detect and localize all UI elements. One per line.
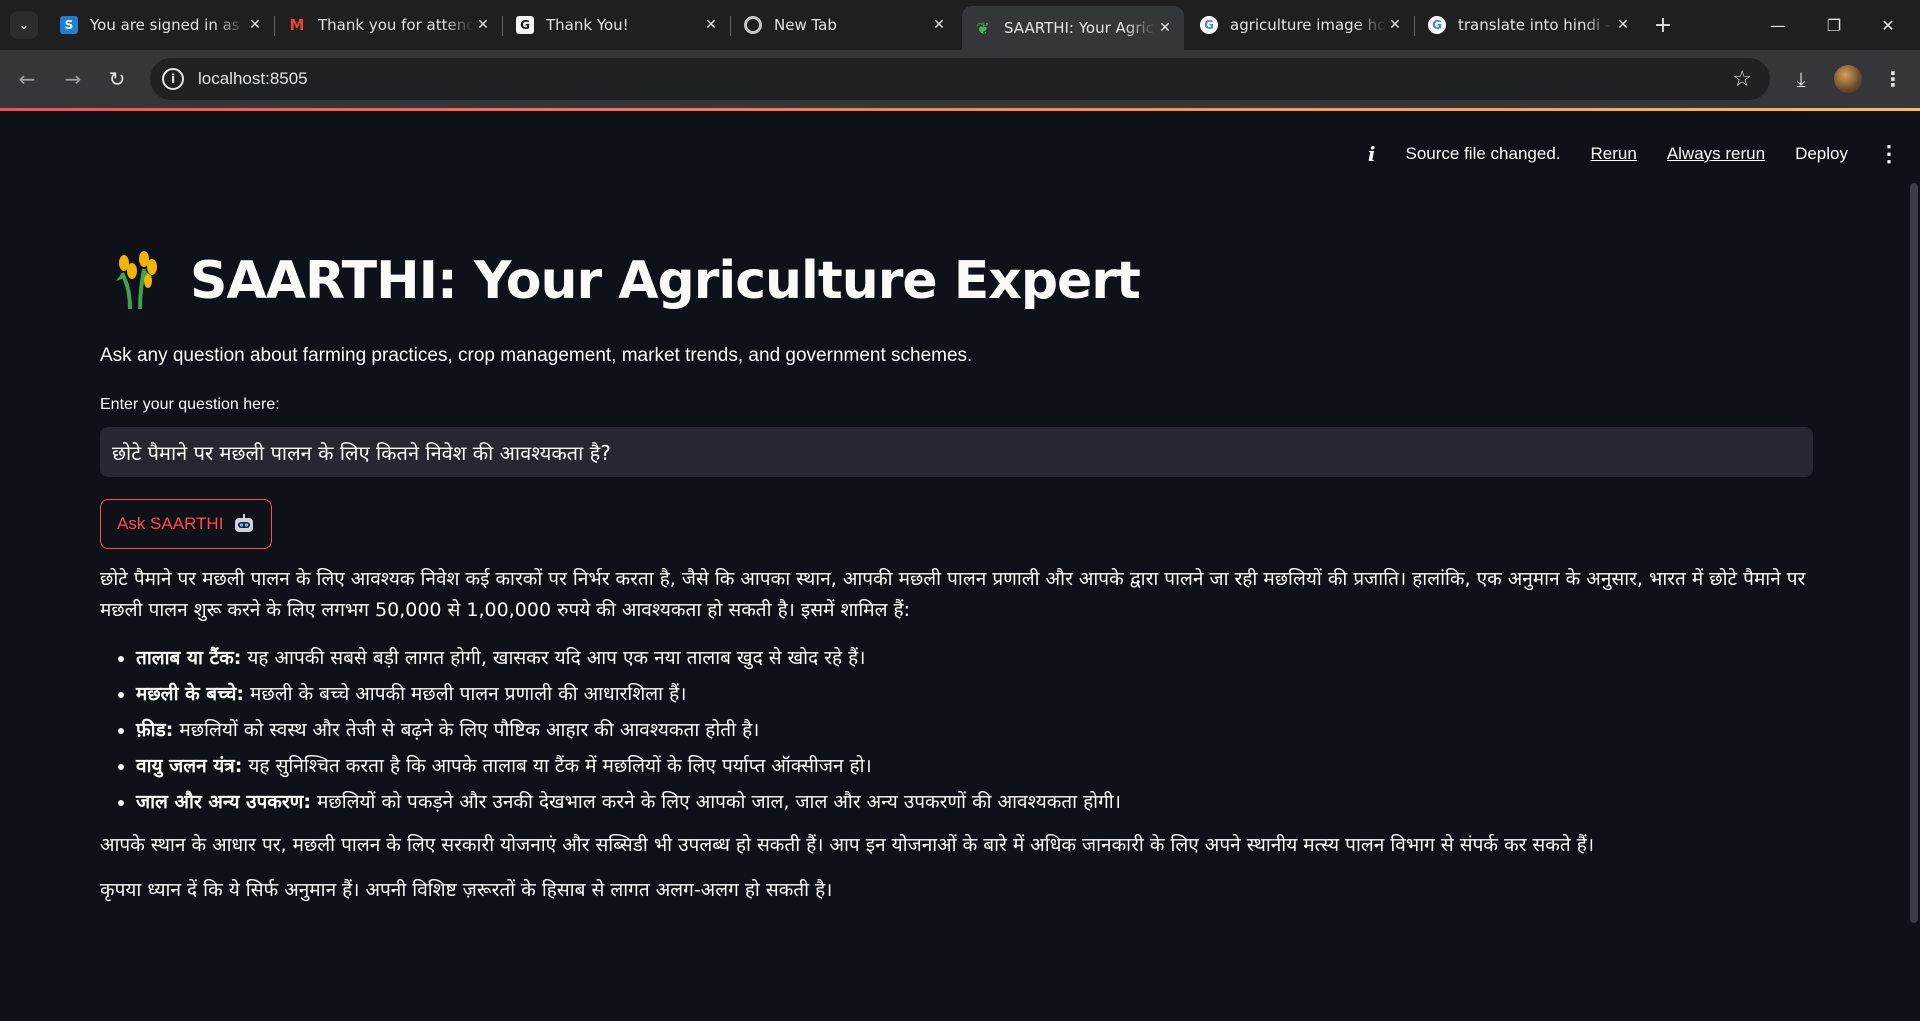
page-subtitle: Ask any question about farming practices…: [100, 345, 973, 366]
answer-intro: छोटे पैमाने पर मछली पालन के लिए आवश्यक न…: [100, 568, 1806, 621]
close-icon[interactable]: ✕: [246, 17, 264, 33]
new-tab-plus-icon[interactable]: +: [1650, 12, 1676, 38]
slack-s-icon: S: [60, 16, 78, 34]
answer-block: छोटे पैमाने पर मछली पालन के लिए आवश्यक न…: [100, 564, 1815, 920]
download-icon[interactable]: ⤓: [1786, 64, 1816, 94]
close-icon[interactable]: ✕: [702, 17, 720, 33]
browser-toolbar: ← → ↻ i localhost:8505 ☆ ⤓ ⋮: [0, 50, 1920, 108]
url-text[interactable]: localhost:8505: [198, 69, 308, 89]
list-item: फ़ीड: मछलियों को स्वस्थ और तेजी से बढ़ने…: [136, 712, 1815, 748]
browser-tab-active[interactable]: ❦ SAARTHI: Your Agricu ✕: [962, 6, 1184, 50]
chrome-menu-icon[interactable]: ⋮: [1878, 64, 1908, 94]
tab-title: agriculture image hd: [1230, 16, 1386, 34]
page-header: SAARTHI: Your Agriculture Expert: [112, 251, 1141, 311]
close-icon[interactable]: ✕: [930, 17, 948, 33]
list-item: वायु जलन यंत्र: यह सुनिश्चित करता है कि …: [136, 748, 1815, 784]
info-icon: i: [1367, 142, 1376, 166]
list-item-term: फ़ीड:: [136, 719, 174, 741]
question-input[interactable]: [100, 427, 1813, 477]
reload-icon[interactable]: ↻: [104, 66, 130, 92]
streamlit-header: i Source file changed. Rerun Always reru…: [1368, 141, 1900, 167]
browser-tab[interactable]: G Thank You! ✕: [504, 8, 730, 42]
wheat-sheaf-icon: [116, 251, 157, 310]
restore-icon[interactable]: ❐: [1814, 10, 1854, 40]
list-item-text: यह सुनिश्चित करता है कि आपके तालाब या टै…: [242, 755, 872, 777]
sprout-icon: ❦: [976, 18, 990, 38]
answer-paragraph: आपके स्थान के आधार पर, मछली पालन के लिए …: [100, 834, 1595, 856]
profile-avatar[interactable]: [1834, 65, 1862, 93]
forward-arrow-icon[interactable]: →: [60, 66, 86, 92]
list-item-term: तालाब या टैंक:: [136, 647, 242, 669]
robot-face-icon: [235, 514, 254, 532]
close-icon[interactable]: ✕: [1386, 17, 1404, 33]
browser-tab[interactable]: S You are signed in as t ✕: [48, 8, 274, 42]
list-item: मछली के बच्चे: मछली के बच्चे आपकी मछली प…: [136, 676, 1815, 712]
address-bar[interactable]: i localhost:8505 ☆: [150, 58, 1770, 100]
close-icon[interactable]: ✕: [1156, 20, 1174, 36]
gmail-icon: M: [289, 16, 305, 34]
scrollbar[interactable]: [1910, 183, 1918, 923]
bookmark-star-icon[interactable]: ☆: [1732, 67, 1752, 92]
google-icon: G: [1428, 16, 1446, 34]
browser-tab[interactable]: M Thank you for attendi ✕: [276, 8, 502, 42]
always-rerun-button[interactable]: Always rerun: [1667, 144, 1765, 164]
deploy-button[interactable]: Deploy: [1795, 144, 1848, 164]
minimize-icon[interactable]: —: [1758, 10, 1798, 40]
site-info-icon[interactable]: i: [162, 68, 184, 90]
tab-search-chevron-icon[interactable]: ⌄: [10, 11, 38, 39]
list-item-term: जाल और अन्य उपकरण:: [136, 791, 311, 813]
tab-title: You are signed in as t: [90, 16, 246, 34]
list-item: तालाब या टैंक: यह आपकी सबसे बड़ी लागत हो…: [136, 640, 1815, 676]
list-item-text: यह आपकी सबसे बड़ी लागत होगी, खासकर यदि आ…: [241, 647, 866, 669]
tab-title: translate into hindi -: [1458, 16, 1611, 34]
question-input-label: Enter your question here:: [100, 396, 280, 413]
google-icon: G: [1200, 16, 1218, 34]
ask-saarthi-button[interactable]: Ask SAARTHI: [100, 499, 273, 549]
list-item-text: मछली के बच्चे आपकी मछली पालन प्रणाली की …: [243, 683, 687, 705]
ask-button-label: Ask SAARTHI: [117, 514, 224, 533]
status-text: Source file changed.: [1405, 144, 1561, 163]
back-arrow-icon[interactable]: ←: [14, 66, 40, 92]
tab-title: New Tab: [774, 16, 837, 34]
tab-divider: [730, 16, 731, 36]
list-item-term: मछली के बच्चे:: [136, 683, 244, 705]
browser-tab[interactable]: G translate into hindi - ✕: [1416, 8, 1642, 42]
browser-tab-strip: ⌄ S You are signed in as t ✕ M Thank you…: [0, 0, 1920, 50]
grammarly-g-icon: G: [516, 16, 534, 34]
tab-title: SAARTHI: Your Agricu: [1004, 19, 1156, 37]
answer-paragraph: कृपया ध्यान दें कि ये सिर्फ अनुमान हैं। …: [100, 879, 833, 901]
list-item-text: मछलियों को पकड़ने और उनकी देखभाल करने के…: [311, 791, 1121, 813]
answer-list: तालाब या टैंक: यह आपकी सबसे बड़ी लागत हो…: [136, 640, 1815, 820]
rerun-button[interactable]: Rerun: [1591, 144, 1637, 164]
tab-divider: [1414, 16, 1415, 36]
streamlit-app: i Source file changed. Rerun Always reru…: [0, 111, 1920, 1021]
tab-divider: [274, 16, 275, 36]
chrome-icon: [744, 16, 762, 34]
tab-title: Thank You!: [546, 16, 629, 34]
close-icon[interactable]: ✕: [474, 17, 492, 33]
browser-tab[interactable]: G agriculture image hd ✕: [1188, 8, 1414, 42]
list-item: जाल और अन्य उपकरण: मछलियों को पकड़ने और …: [136, 784, 1815, 820]
tab-divider: [502, 16, 503, 36]
tab-title: Thank you for attendi: [318, 16, 474, 34]
window-close-icon[interactable]: ✕: [1868, 10, 1908, 40]
main-menu-icon[interactable]: ⋮: [1878, 141, 1900, 167]
list-item-term: वायु जलन यंत्र:: [136, 755, 243, 777]
browser-tab[interactable]: New Tab ✕: [732, 8, 958, 42]
page-title: SAARTHI: Your Agriculture Expert: [190, 251, 1141, 311]
close-icon[interactable]: ✕: [1614, 17, 1632, 33]
list-item-text: मछलियों को स्वस्थ और तेजी से बढ़ने के लि…: [173, 719, 760, 741]
